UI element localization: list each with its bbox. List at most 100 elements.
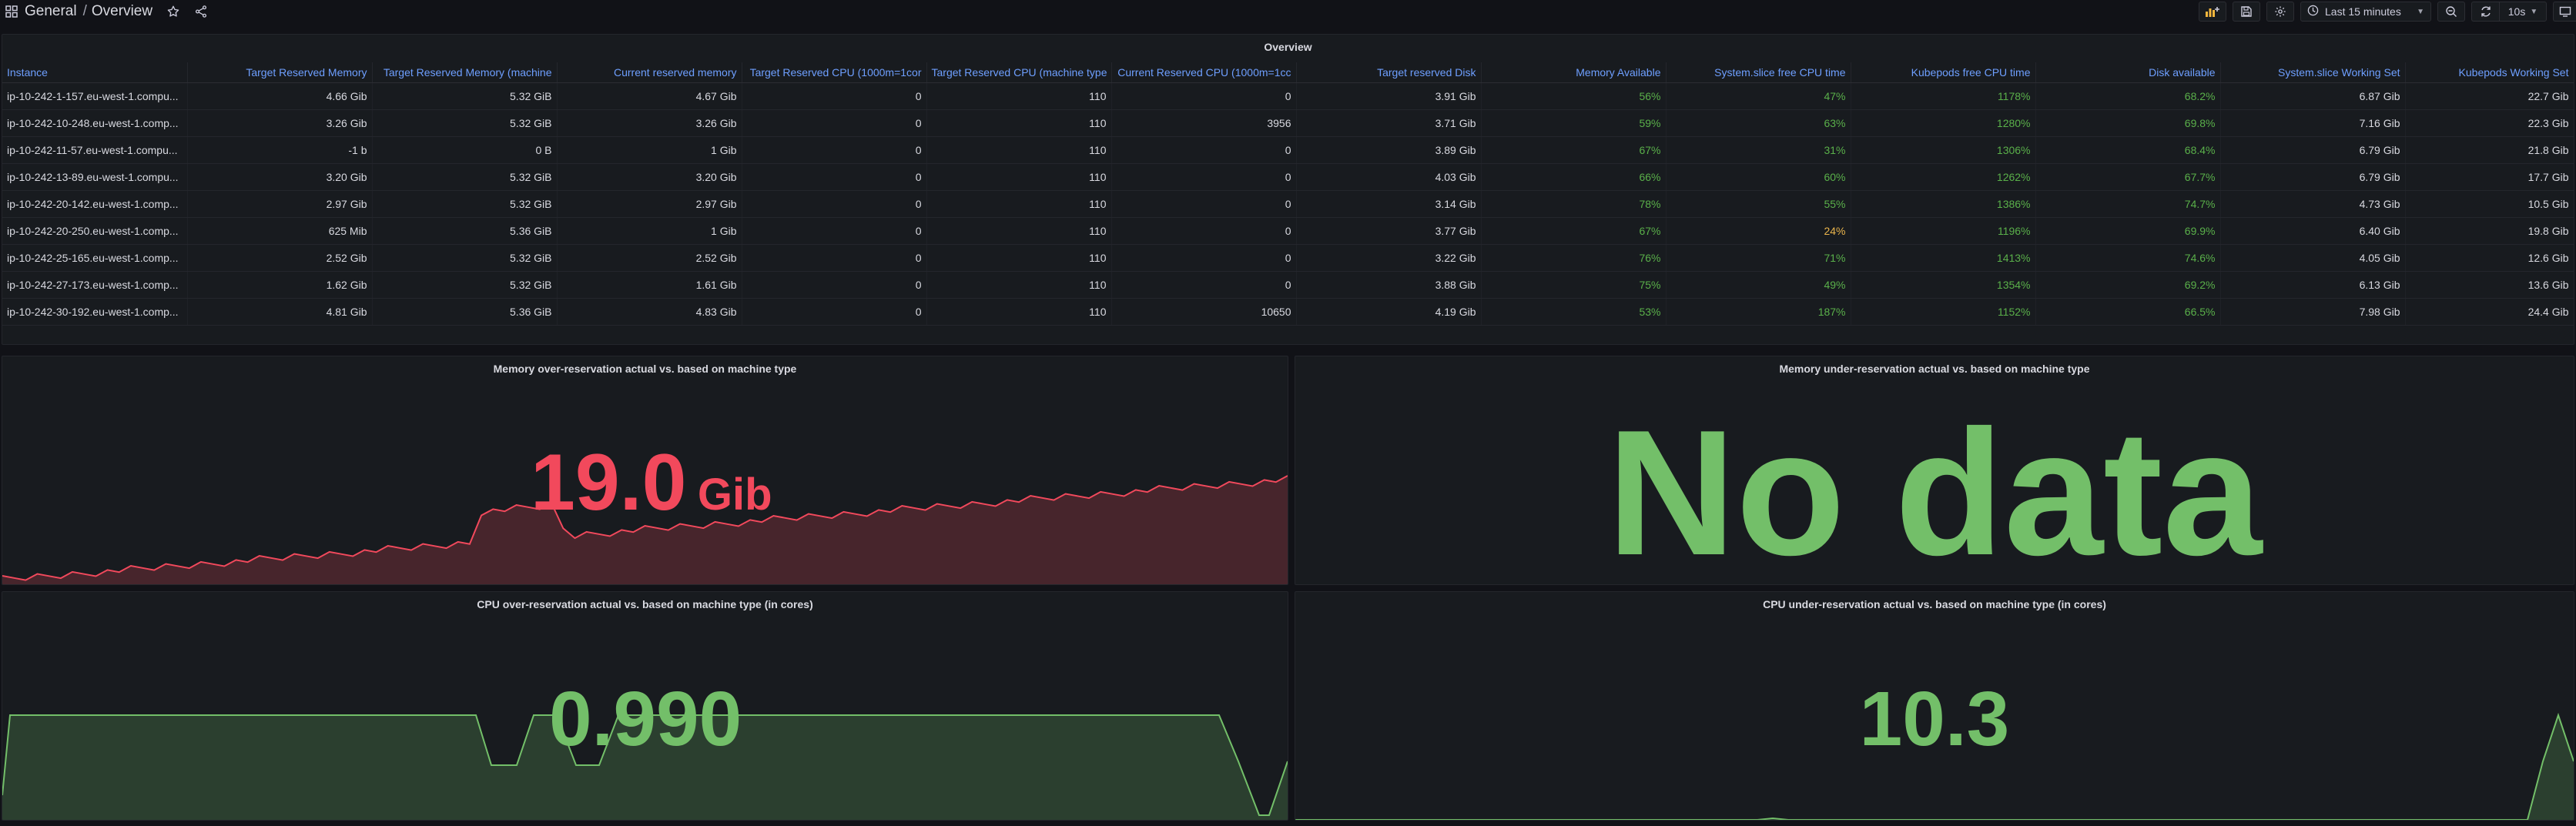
table-cell: 5.36 GiB (372, 298, 558, 326)
time-range-picker[interactable]: Last 15 minutes ▼ (2300, 2, 2431, 22)
table-cell: 1178% (1851, 82, 2036, 110)
table-cell: ip-10-242-10-248.eu-west-1.comp... (2, 109, 188, 137)
table-cell: 1.61 Gib (557, 271, 742, 299)
table-cell: 6.40 Gib (2220, 217, 2406, 245)
column-header[interactable]: Current Reserved CPU (1000m=1cc (1111, 62, 1297, 83)
refresh-interval-picker[interactable]: 10s ▼ (2499, 2, 2547, 22)
table-cell: 1306% (1851, 136, 2036, 164)
column-header[interactable]: Target Reserved Memory (187, 62, 373, 83)
table-row[interactable]: ip-10-242-13-89.eu-west-1.compu... 3.20 G… (2, 163, 2574, 191)
table-cell: 3.20 Gib (557, 163, 742, 191)
table-cell: 110 (926, 82, 1112, 110)
column-header[interactable]: Memory Available (1481, 62, 1667, 83)
breadcrumb-dashboard[interactable]: Overview (92, 3, 152, 20)
table-row[interactable]: ip-10-242-27-173.eu-west-1.comp... 1.62 G… (2, 271, 2574, 299)
table-cell: 0 (1111, 190, 1297, 218)
star-icon[interactable] (163, 2, 183, 22)
share-icon[interactable] (191, 2, 211, 22)
table-cell: 110 (926, 109, 1112, 137)
table-cell: 2.97 Gib (557, 190, 742, 218)
tv-mode-icon[interactable] (2553, 2, 2576, 22)
stat-unit: Gib (697, 470, 772, 520)
table-cell: 69.2% (2035, 271, 2221, 299)
table-cell: 1 Gib (557, 217, 742, 245)
table-cell: 5.36 GiB (372, 217, 558, 245)
table-cell: 53% (1481, 298, 1667, 326)
breadcrumb-folder[interactable]: General (25, 3, 77, 20)
table-cell: 22.3 Gib (2405, 109, 2574, 137)
table-cell: 3.91 Gib (1296, 82, 1482, 110)
table-cell: ip-10-242-1-157.eu-west-1.compu... (2, 82, 188, 110)
table-cell: 10.5 Gib (2405, 190, 2574, 218)
table-cell: 5.32 GiB (372, 82, 558, 110)
memory-under-reservation-panel: Memory under-reservation actual vs. base… (1295, 356, 2574, 585)
cpu-under-reservation-panel: CPU under-reservation actual vs. based o… (1295, 591, 2574, 821)
table-row[interactable]: ip-10-242-1-157.eu-west-1.compu... 4.66 G… (2, 82, 2574, 110)
table-cell: 110 (926, 217, 1112, 245)
table-cell: 5.32 GiB (372, 244, 558, 272)
table-cell: 66% (1481, 163, 1667, 191)
panel-title[interactable]: Memory under-reservation actual vs. base… (1295, 363, 2574, 375)
column-header[interactable]: Target Reserved CPU (machine type (926, 62, 1112, 83)
table-cell: 55% (1666, 190, 1851, 218)
column-header[interactable]: Instance (2, 62, 188, 83)
table-cell: 75% (1481, 271, 1667, 299)
table-cell: 110 (926, 163, 1112, 191)
table-cell: 69.9% (2035, 217, 2221, 245)
table-cell: 1262% (1851, 163, 2036, 191)
column-header[interactable]: Target Reserved CPU (1000m=1cor (742, 62, 927, 83)
table-cell: 5.32 GiB (372, 109, 558, 137)
table-cell: 67% (1481, 136, 1667, 164)
table-cell: 0 (1111, 136, 1297, 164)
table-cell: 110 (926, 271, 1112, 299)
column-header[interactable]: Target Reserved Memory (machine (372, 62, 558, 83)
table-cell: 3.20 Gib (187, 163, 373, 191)
column-header[interactable]: Disk available (2035, 62, 2221, 83)
chevron-down-icon: ▼ (2530, 7, 2538, 16)
column-header[interactable]: System.slice free CPU time (1666, 62, 1851, 83)
overview-table: Instance Target Reserved Memory Target Res… (2, 62, 2574, 326)
table-cell: 1196% (1851, 217, 2036, 245)
table-row[interactable]: ip-10-242-30-192.eu-west-1.comp... 4.81 G… (2, 298, 2574, 326)
table-cell: 7.16 Gib (2220, 109, 2406, 137)
table-cell: 0 (1111, 163, 1297, 191)
table-row[interactable]: ip-10-242-20-142.eu-west-1.comp... 2.97 G… (2, 190, 2574, 218)
table-cell: 71% (1666, 244, 1851, 272)
cpu-over-reservation-panel: CPU over-reservation actual vs. based on… (2, 591, 1288, 821)
chevron-down-icon: ▼ (2417, 7, 2424, 16)
table-row[interactable]: ip-10-242-20-250.eu-west-1.comp... 625 Mi… (2, 217, 2574, 245)
table-row[interactable]: ip-10-242-10-248.eu-west-1.comp... 3.26 G… (2, 109, 2574, 137)
table-cell: 67.7% (2035, 163, 2221, 191)
stat-value-container: 19.0 Gib (531, 443, 772, 523)
save-dashboard-icon[interactable] (2233, 2, 2260, 22)
column-header[interactable]: Current reserved memory (557, 62, 742, 83)
panel-title[interactable]: Overview (2, 41, 2574, 53)
table-cell: 6.79 Gib (2220, 136, 2406, 164)
zoom-out-button[interactable] (2437, 2, 2465, 22)
table-cell: 1152% (1851, 298, 2036, 326)
top-nav: General / Overview Last 15 minutes ▼ 10s… (0, 0, 2576, 23)
table-cell: 3.26 Gib (187, 109, 373, 137)
column-header[interactable]: Kubepods Working Set (2405, 62, 2574, 83)
apps-grid-icon[interactable] (3, 3, 20, 20)
table-cell: 110 (926, 244, 1112, 272)
settings-gear-icon[interactable] (2266, 2, 2294, 22)
add-panel-button[interactable] (2199, 2, 2226, 22)
stat-value: 10.3 (1859, 676, 2010, 762)
refresh-button[interactable] (2471, 2, 2499, 22)
memory-over-reservation-panel: Memory over-reservation actual vs. based… (2, 356, 1288, 585)
clock-icon (2307, 5, 2319, 18)
table-row[interactable]: ip-10-242-11-57.eu-west-1.compu... -1 b0 … (2, 136, 2574, 164)
table-row[interactable]: ip-10-242-25-165.eu-west-1.comp... 2.52 G… (2, 244, 2574, 272)
table-cell: 1413% (1851, 244, 2036, 272)
table-cell: 47% (1666, 82, 1851, 110)
column-header[interactable]: Target reserved Disk (1296, 62, 1482, 83)
column-header[interactable]: System.slice Working Set (2220, 62, 2406, 83)
table-cell: 0 (1111, 217, 1297, 245)
column-header[interactable]: Kubepods free CPU time (1851, 62, 2036, 83)
table-cell: 74.7% (2035, 190, 2221, 218)
table-cell: 68.4% (2035, 136, 2221, 164)
table-cell: 21.8 Gib (2405, 136, 2574, 164)
stat-value: 19.0 (531, 438, 687, 527)
table-cell: 0 (1111, 271, 1297, 299)
